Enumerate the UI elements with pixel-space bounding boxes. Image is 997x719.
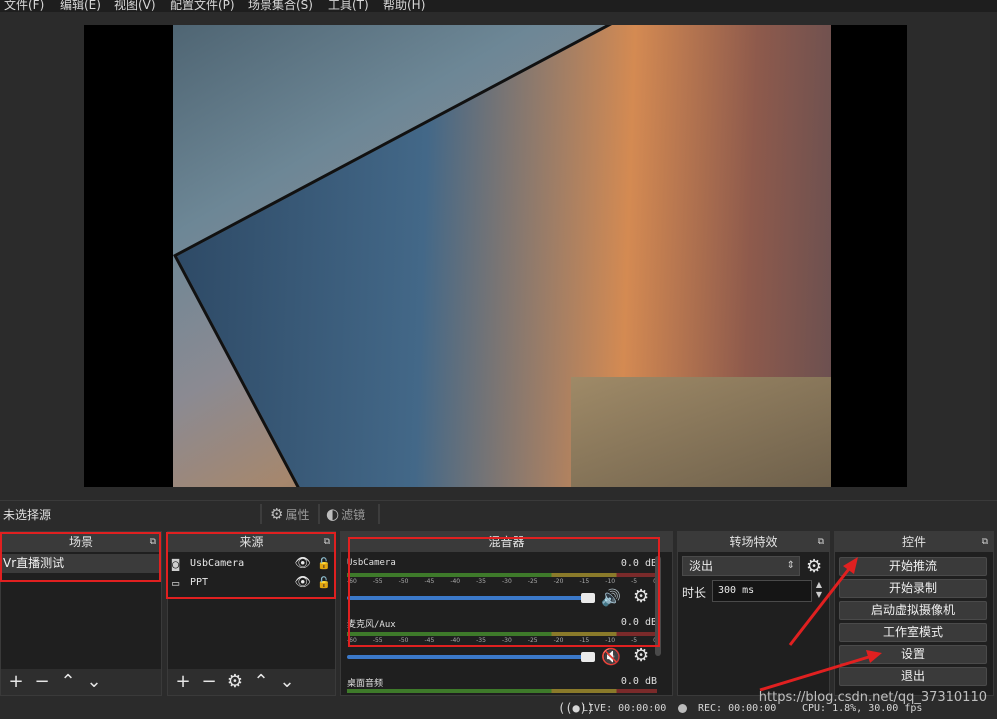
- arrow-to-start-streaming: [788, 564, 854, 646]
- arrow-to-settings: [759, 654, 873, 692]
- arrow-head: [866, 650, 882, 663]
- annotation-arrows: [759, 557, 882, 692]
- watermark: https://blog.csdn.net/qq_37310110: [758, 690, 987, 705]
